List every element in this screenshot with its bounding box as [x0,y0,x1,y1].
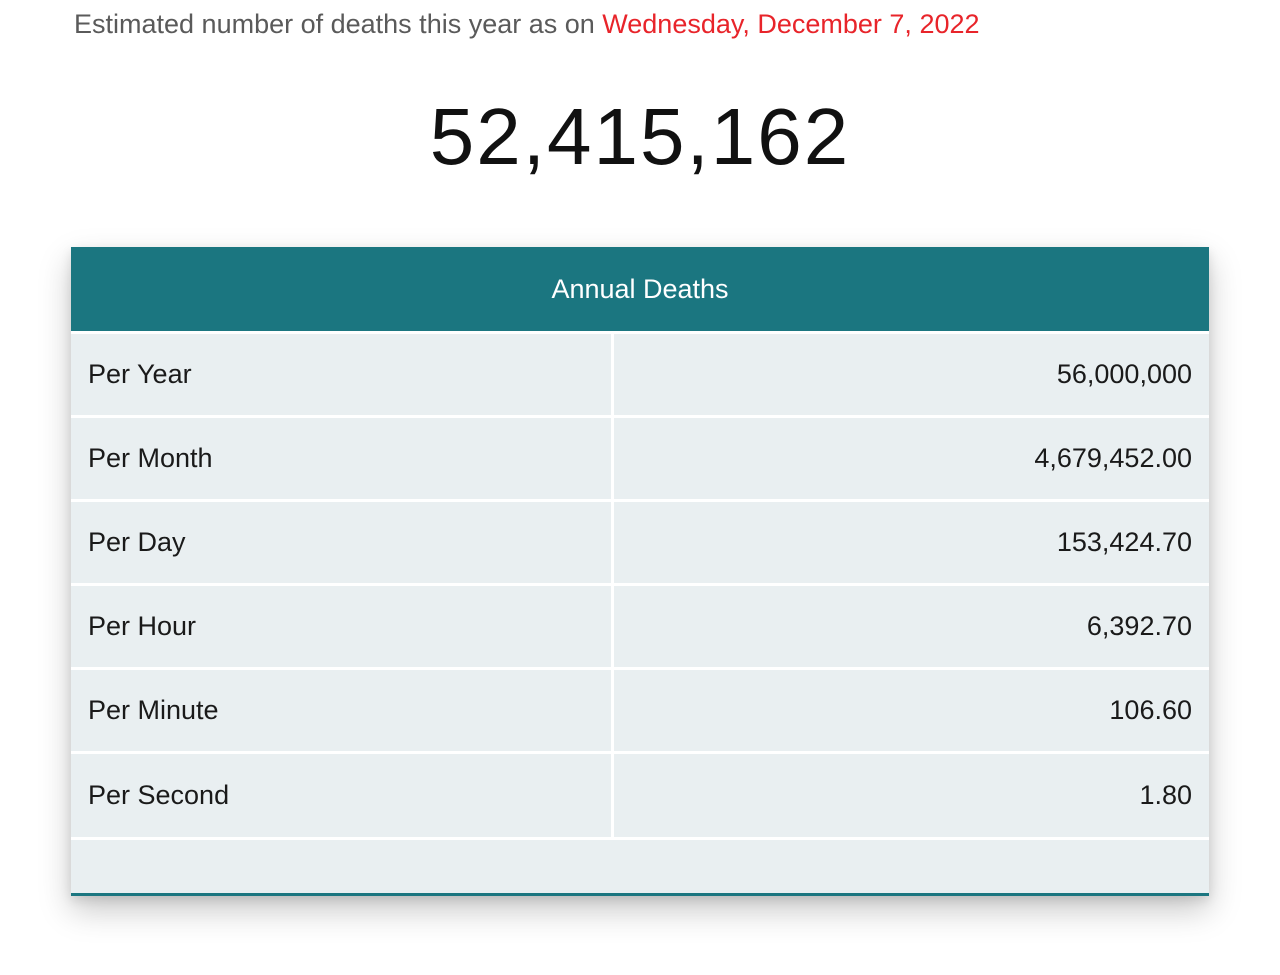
row-value: 1.80 [612,751,1209,837]
subtitle-date: Wednesday, December 7, 2022 [602,9,980,39]
row-value: 4,679,452.00 [612,415,1209,501]
row-label: Per Minute [71,667,614,753]
row-label: Per Day [71,499,614,585]
table-footer [71,836,1209,872]
table-row: Per Minute 106.60 [71,667,1209,753]
rates-table: Per Year 56,000,000 Per Month 4,679,452.… [71,331,1209,837]
death-counter: 52,415,162 [429,92,851,181]
table-row: Per Day 153,424.70 [71,499,1209,585]
row-value: 6,392.70 [612,583,1209,669]
annual-deaths-table: Annual Deaths Per Year 56,000,000 Per Mo… [71,247,1209,896]
row-label: Per Second [71,751,614,837]
row-label: Per Year [71,331,614,417]
table-title: Annual Deaths [71,247,1209,331]
table-row: Per Year 56,000,000 [71,331,1209,417]
subtitle-prefix: Estimated number of deaths this year as … [74,9,603,39]
table-row: Per Second 1.80 [71,751,1209,837]
table-row: Per Month 4,679,452.00 [71,415,1209,501]
row-label: Per Hour [71,583,614,669]
page: Estimated number of deaths this year as … [0,0,1280,975]
page-subtitle: Estimated number of deaths this year as … [74,6,980,42]
table-row: Per Hour 6,392.70 [71,583,1209,669]
row-value: 106.60 [612,667,1209,753]
row-label: Per Month [71,415,614,501]
row-value: 56,000,000 [612,331,1209,417]
row-value: 153,424.70 [612,499,1209,585]
